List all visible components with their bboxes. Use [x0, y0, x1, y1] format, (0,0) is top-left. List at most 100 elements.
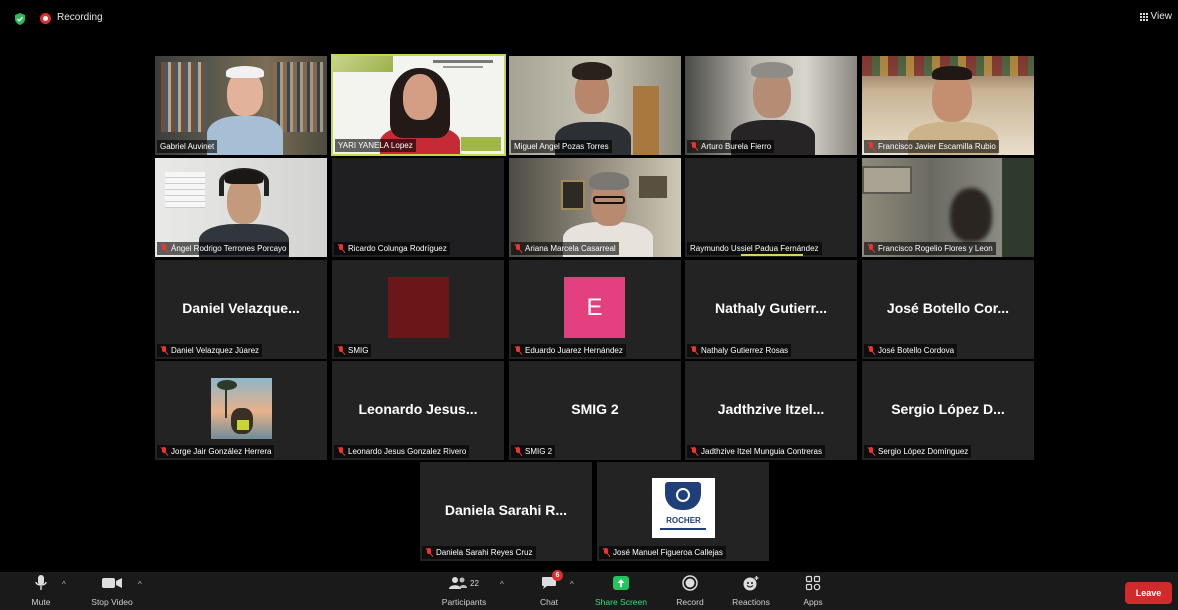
participant-name-label: Nathaly Gutierrez Rosas: [687, 344, 792, 357]
video-tile[interactable]: Leonardo Jesus... Leonardo Jesus Gonzale…: [332, 361, 504, 460]
mute-button[interactable]: Mute: [22, 572, 60, 610]
video-tile[interactable]: Francisco Rogelio Flores y Leon: [862, 158, 1034, 257]
video-tile[interactable]: E Eduardo Juarez Hernández: [509, 260, 681, 359]
audio-options-chevron-icon[interactable]: ^: [62, 580, 66, 589]
share-screen-icon: [613, 576, 629, 590]
video-tile[interactable]: Francisco Javier Escamilla Rubio: [862, 56, 1034, 155]
stop-video-button[interactable]: Stop Video: [82, 572, 142, 610]
avatar: E: [564, 277, 625, 338]
muted-mic-icon: [867, 142, 875, 151]
microphone-icon: [35, 575, 47, 590]
speaking-indicator: [741, 254, 803, 256]
avatar-logo: ROCHER: [652, 478, 715, 538]
participant-name-label: Daniela Sarahi Reyes Cruz: [422, 546, 536, 559]
recording-label: Recording: [57, 12, 103, 23]
participant-name-label: Eduardo Juarez Hernández: [511, 344, 626, 357]
apps-icon: [805, 575, 821, 591]
encryption-shield-icon[interactable]: [14, 13, 26, 25]
reactions-button[interactable]: Reactions: [726, 572, 776, 610]
participant-display-name: Leonardo Jesus...: [358, 401, 478, 417]
video-tile-speaking[interactable]: Raymundo Ussiel Padua Fernández: [685, 158, 857, 257]
video-tile[interactable]: José Botello Cor... José Botello Cordova: [862, 260, 1034, 359]
video-tile[interactable]: Sergio López D... Sergio López Domínguez: [862, 361, 1034, 460]
video-camera-icon: [102, 578, 122, 588]
record-button[interactable]: Record: [670, 572, 710, 610]
view-label: View: [1150, 11, 1173, 22]
participants-icon: [449, 577, 468, 589]
participant-name-label: José Botello Cordova: [864, 344, 958, 357]
participant-name-label: Jadthzive Itzel Munguia Contreras: [687, 445, 825, 458]
participant-name-label: Daniel Velazquez Júarez: [157, 344, 263, 357]
video-tile[interactable]: Ángel Rodrigo Terrones Porcayo: [155, 158, 327, 257]
participant-name-label: Ricardo Colunga Rodríguez: [334, 242, 450, 255]
participant-display-name: Daniela Sarahi R...: [444, 502, 568, 518]
muted-mic-icon: [160, 346, 168, 355]
muted-mic-icon: [160, 244, 168, 253]
participant-name-label: SMIG 2: [511, 445, 556, 458]
muted-mic-icon: [514, 346, 522, 355]
video-tile[interactable]: Daniela Sarahi R... Daniela Sarahi Reyes…: [420, 462, 592, 561]
participant-name-label: Ariana Marcela Casarreal: [511, 242, 619, 255]
leave-button[interactable]: Leave: [1125, 582, 1172, 604]
participant-name-label: Francisco Rogelio Flores y Leon: [864, 242, 996, 255]
chat-unread-badge: 6: [552, 570, 563, 581]
logo-text: ROCHER: [666, 516, 701, 525]
video-tile[interactable]: Daniel Velazque... Daniel Velazquez Júar…: [155, 260, 327, 359]
video-tile[interactable]: Gabriel Auvinet: [155, 56, 327, 155]
muted-mic-icon: [602, 548, 610, 557]
muted-mic-icon: [514, 447, 522, 456]
muted-mic-icon: [160, 447, 168, 456]
muted-mic-icon: [337, 244, 345, 253]
muted-mic-icon: [867, 447, 875, 456]
emoji-reactions-icon: [743, 576, 759, 591]
video-tile[interactable]: Jorge Jair González Herrera: [155, 361, 327, 460]
muted-mic-icon: [867, 244, 875, 253]
participant-display-name: Nathaly Gutierr...: [714, 300, 828, 316]
muted-mic-icon: [690, 142, 698, 151]
participant-name-label: Sergio López Domínguez: [864, 445, 972, 458]
muted-mic-icon: [425, 548, 433, 557]
recording-icon: [40, 13, 51, 24]
participants-button[interactable]: 22 Participants: [434, 572, 494, 610]
video-tile[interactable]: Ariana Marcela Casarreal: [509, 158, 681, 257]
video-tile[interactable]: Miguel Angel Pozas Torres: [509, 56, 681, 155]
video-tile[interactable]: SMIG: [332, 260, 504, 359]
chat-button[interactable]: 6 Chat: [532, 570, 566, 610]
video-tile[interactable]: Jadthzive Itzel... Jadthzive Itzel Mungu…: [685, 361, 857, 460]
top-bar: Recording View: [0, 0, 1178, 34]
video-tile-active-speaker[interactable]: YARI YANELA Lopez: [331, 54, 506, 156]
avatar: [211, 378, 272, 439]
participant-display-name: SMIG 2: [571, 401, 619, 417]
muted-mic-icon: [690, 447, 698, 456]
muted-mic-icon: [514, 244, 522, 253]
participant-name-label: Leonardo Jesus Gonzalez Rivero: [334, 445, 470, 458]
video-tile[interactable]: Arturo Burela Fierro: [685, 56, 857, 155]
participant-name-label: Jorge Jair González Herrera: [157, 445, 275, 458]
video-tile[interactable]: Ricardo Colunga Rodríguez: [332, 158, 504, 257]
participant-name-label: Arturo Burela Fierro: [687, 140, 775, 153]
muted-mic-icon: [337, 346, 345, 355]
participant-display-name: Jadthzive Itzel...: [717, 401, 825, 417]
participant-name-label: Miguel Angel Pozas Torres: [511, 140, 612, 153]
meeting-toolbar: Mute ^ Stop Video ^ 22 Participants ^ 6 …: [0, 570, 1178, 610]
avatar: [388, 277, 449, 338]
video-tile[interactable]: ROCHER José Manuel Figueroa Callejas: [597, 462, 769, 561]
participant-name-label: YARI YANELA Lopez: [335, 139, 416, 152]
participant-display-name: Sergio López D...: [891, 401, 1005, 417]
apps-button[interactable]: Apps: [796, 572, 830, 610]
participant-display-name: Daniel Velazque...: [182, 300, 300, 316]
video-tile[interactable]: Nathaly Gutierr... Nathaly Gutierrez Ros…: [685, 260, 857, 359]
muted-mic-icon: [867, 346, 875, 355]
share-screen-button[interactable]: Share Screen: [588, 572, 654, 610]
muted-mic-icon: [690, 346, 698, 355]
participants-options-chevron-icon[interactable]: ^: [500, 580, 504, 589]
muted-mic-icon: [337, 447, 345, 456]
participant-name-label: Gabriel Auvinet: [157, 140, 218, 153]
participant-name-label: SMIG: [334, 344, 372, 357]
video-tile[interactable]: SMIG 2 SMIG 2: [509, 361, 681, 460]
participant-display-name: José Botello Cor...: [886, 300, 1010, 316]
view-button[interactable]: View: [1139, 11, 1173, 22]
video-options-chevron-icon[interactable]: ^: [138, 580, 142, 589]
chat-options-chevron-icon[interactable]: ^: [570, 580, 574, 589]
record-icon: [682, 575, 698, 591]
